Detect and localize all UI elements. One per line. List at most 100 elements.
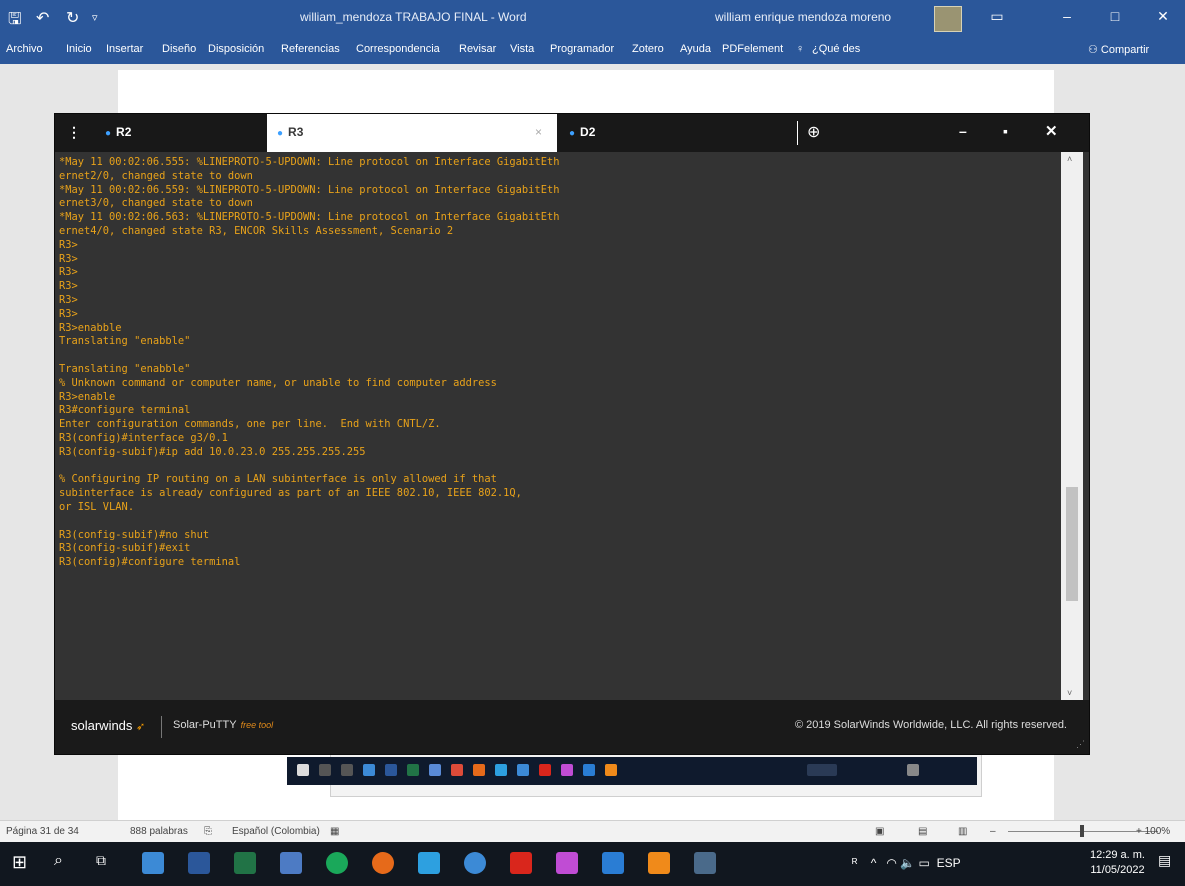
brand-text: solarwinds (71, 718, 133, 733)
notification-icon (907, 764, 919, 776)
tab-pdfelement[interactable]: PDFelement (722, 43, 783, 55)
app-icon[interactable] (648, 852, 670, 874)
close-tab-icon[interactable]: × (535, 125, 542, 139)
undo-icon[interactable]: ↶ (36, 8, 49, 28)
print-layout-icon[interactable]: ▤ (918, 826, 927, 837)
notification-icon[interactable]: ▤ (1158, 852, 1180, 874)
user-name[interactable]: william enrique mendoza moreno (715, 10, 891, 24)
app-icon[interactable] (556, 852, 578, 874)
redo-icon[interactable]: ↻ (66, 8, 79, 28)
clock-icon (807, 764, 837, 776)
tab-d2-label: D2 (580, 125, 596, 139)
people-icon[interactable]: ᴿ (852, 856, 857, 870)
new-session-icon[interactable]: ⊕ (807, 122, 820, 142)
share-icon: ⚇ (1088, 44, 1101, 56)
terminal-output[interactable]: *May 11 00:02:06.555: %LINEPROTO-5-UPDOW… (55, 152, 1089, 700)
tab-d2[interactable]: ● D2 (563, 114, 763, 152)
network-icon[interactable]: ◠ (886, 856, 896, 870)
tab-inicio[interactable]: Inicio (66, 43, 92, 55)
app-icon[interactable] (418, 852, 440, 874)
tab-r3[interactable]: ● R3 × (267, 114, 557, 152)
scroll-down-icon[interactable]: ˅ (1067, 688, 1072, 698)
share-button[interactable]: ⚇ Compartir (1088, 43, 1149, 56)
word-icon[interactable] (188, 852, 210, 874)
page-count[interactable]: Página 31 de 34 (6, 826, 79, 837)
putty-footer: solarwinds ➶ Solar-PuTTY free tool © 2019… (55, 700, 1089, 754)
volume-icon[interactable]: 🔈 (900, 856, 915, 870)
excel-icon (407, 764, 419, 776)
close-icon[interactable]: ✕ (1045, 122, 1058, 140)
chrome-icon (451, 764, 463, 776)
lightbulb-icon[interactable]: ♀ (796, 43, 804, 55)
windows-icon (297, 764, 309, 776)
macro-icon[interactable]: ▦ (330, 826, 339, 837)
search-icon (319, 764, 331, 776)
start-icon[interactable]: ⊞ (12, 852, 34, 874)
excel-icon[interactable] (234, 852, 256, 874)
avatar[interactable] (934, 6, 962, 32)
zoom-slider-thumb[interactable] (1080, 825, 1084, 837)
system-tray: ᴿ ^ ◠ 🔈 ▭ ESP (852, 856, 961, 870)
tab-programador[interactable]: Programador (550, 43, 614, 55)
firefox-icon (473, 764, 485, 776)
tab-ayuda[interactable]: Ayuda (680, 43, 711, 55)
web-layout-icon[interactable]: ▥ (958, 826, 967, 837)
flame-icon: ➶ (136, 721, 146, 733)
pdf-icon (539, 764, 551, 776)
tab-r2[interactable]: ● R2 (99, 114, 259, 152)
language-indicator[interactable]: ESP (937, 856, 961, 870)
tab-archivo[interactable]: Archivo (6, 43, 43, 55)
close-icon[interactable]: ✕ (1148, 8, 1178, 25)
read-mode-icon[interactable]: ▣ (875, 826, 884, 837)
minimize-icon[interactable]: – (1052, 8, 1082, 24)
zoom-out-icon[interactable]: – (990, 826, 996, 837)
app-icon (605, 764, 617, 776)
app-icon[interactable] (694, 852, 716, 874)
file-explorer-icon[interactable] (142, 852, 164, 874)
minimize-icon[interactable]: – (959, 123, 967, 139)
pdf-icon[interactable] (510, 852, 532, 874)
search-icon[interactable]: ⌕ (54, 852, 76, 874)
save-icon[interactable]: 🖫 (8, 8, 22, 35)
ribbon-tabs: Archivo Inicio Insertar Diseño Disposici… (0, 36, 1185, 64)
tab-referencias[interactable]: Referencias (281, 43, 340, 55)
tab-insertar[interactable]: Insertar (106, 43, 143, 55)
tell-me-search[interactable]: ¿Qué des (812, 43, 860, 55)
chrome-icon[interactable] (326, 852, 348, 874)
firefox-icon[interactable] (372, 852, 394, 874)
terminal-text: *May 11 00:02:06.555: %LINEPROTO-5-UPDOW… (59, 156, 560, 569)
app-icon[interactable] (280, 852, 302, 874)
app-icon[interactable] (602, 852, 624, 874)
tab-zotero[interactable]: Zotero (632, 43, 664, 55)
scroll-up-icon[interactable]: ˄ (1067, 154, 1072, 164)
share-label: Compartir (1100, 44, 1150, 56)
app-icon (495, 764, 507, 776)
language-status[interactable]: Español (Colombia) (232, 826, 320, 837)
scrollbar-thumb[interactable] (1066, 487, 1078, 601)
status-dot-icon: ● (569, 128, 576, 139)
tab-vista[interactable]: Vista (510, 43, 534, 55)
tab-diseno[interactable]: Diseño (162, 43, 196, 55)
scrollbar[interactable]: ˄ ˅ (1061, 152, 1083, 700)
menu-icon[interactable]: ⋮ (67, 124, 81, 141)
word-count[interactable]: 888 palabras (130, 826, 188, 837)
proofing-icon[interactable]: ⎘ (204, 826, 212, 837)
maximize-icon[interactable]: □ (1100, 8, 1130, 24)
maximize-icon[interactable]: ▪ (1003, 123, 1008, 139)
task-view-icon[interactable]: ⧉ (96, 852, 118, 874)
tab-revisar[interactable]: Revisar (459, 43, 496, 55)
tab-disposicion[interactable]: Disposición (208, 43, 264, 55)
customize-toolbar-icon[interactable]: ▿ (92, 11, 98, 24)
footer-divider (161, 716, 162, 738)
tab-correspondencia[interactable]: Correspondencia (356, 43, 440, 55)
session-tab-bar: ⋮ ● R2 ● R3 × ● D2 ⊕ – ▪ ✕ (55, 114, 1089, 152)
resize-grip-icon[interactable]: ⋰ (1076, 739, 1085, 750)
copyright-text: © 2019 SolarWinds Worldwide, LLC. All ri… (794, 719, 1067, 731)
clock[interactable]: 12:29 a. m. 11/05/2022 (1090, 848, 1145, 878)
edge-icon[interactable] (464, 852, 486, 874)
ribbon-options-icon[interactable]: ▭ (982, 8, 1012, 25)
tab-r3-label: R3 (288, 125, 304, 139)
zoom-level[interactable]: + 100% (1136, 826, 1170, 837)
show-hidden-icons-icon[interactable]: ^ (871, 856, 877, 870)
battery-icon[interactable]: ▭ (919, 856, 930, 870)
